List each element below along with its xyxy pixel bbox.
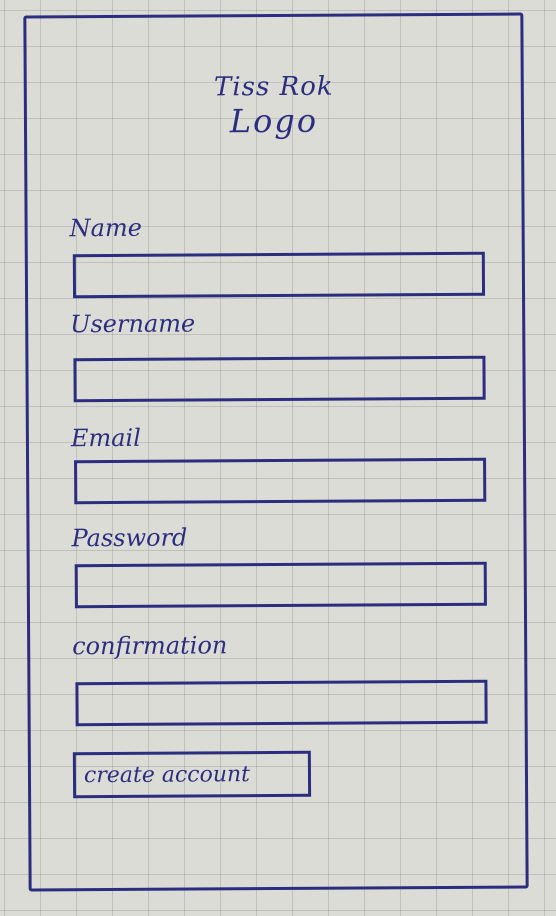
password-label: Password: [71, 523, 188, 553]
name-label: Name: [69, 213, 142, 243]
app-logo: Tiss Rok Logo: [27, 71, 521, 141]
create-account-button[interactable]: create account: [72, 750, 312, 799]
logo-line-1: Tiss Rok: [213, 71, 334, 103]
password-input[interactable]: [74, 561, 487, 609]
logo-line-2: Logo: [229, 101, 319, 141]
username-input[interactable]: [73, 355, 486, 403]
email-input[interactable]: [74, 457, 487, 505]
email-label: Email: [70, 423, 141, 453]
name-input[interactable]: [72, 251, 486, 299]
confirmation-input[interactable]: [75, 679, 488, 727]
username-label: Username: [70, 309, 196, 339]
phone-frame: Tiss Rok Logo Name Username Email Passwo…: [23, 12, 529, 892]
confirmation-label: confirmation: [72, 631, 228, 661]
